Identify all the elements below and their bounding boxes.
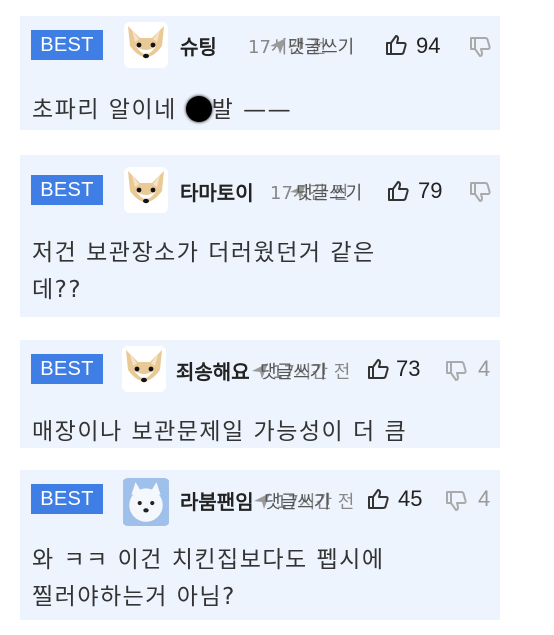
thumbs-down-icon[interactable] (444, 489, 468, 513)
comment-text: 초파리 알이네 발 —— (32, 92, 292, 129)
thumbs-up-icon[interactable] (386, 179, 410, 203)
thumbs-up-icon[interactable] (384, 33, 408, 57)
thumbs-up-icon[interactable] (366, 357, 390, 381)
fox-avatar-icon[interactable] (122, 346, 166, 392)
comment-text-start: 초파리 알이네 (32, 97, 186, 123)
thumbs-down-icon[interactable] (444, 359, 468, 383)
dislike-count: 4 (478, 356, 491, 381)
best-badge: BEST (31, 484, 103, 514)
comment-card: BEST 죄송해요 17시간 전 댓글쓰기 73 4 매장이나 보관문제일 가능… (20, 340, 500, 448)
like-count: 45 (398, 486, 423, 511)
thumbs-down-icon[interactable] (468, 180, 492, 204)
reply-link[interactable]: 댓글쓰기 (260, 358, 326, 384)
reply-link[interactable]: 댓글쓰기 (296, 179, 362, 205)
comment-text-end: 발 —— (211, 97, 293, 123)
comment-text: 와 ㅋㅋ 이건 치킨집보다도 펩시에 찔러야하는거 아님? (32, 547, 385, 610)
best-badge: BEST (31, 30, 103, 60)
like-count: 73 (396, 356, 421, 381)
nickname[interactable]: 슈팅 (180, 31, 217, 60)
reply-link[interactable]: 댓글쓰기 (264, 488, 330, 514)
comment-text: 매장이나 보관문제일 가능성이 더 큼 (32, 419, 408, 445)
fox-avatar-icon[interactable] (124, 22, 168, 68)
comment-card: BEST 타마토이 17시간 전 댓글쓰기 79 저건 보관장소가 더러웠던거 … (20, 155, 500, 317)
fox-avatar-icon[interactable] (124, 167, 168, 213)
nickname[interactable]: 죄송해요 (176, 356, 250, 385)
white-dog-avatar-icon[interactable] (122, 478, 170, 526)
thumbs-up-icon[interactable] (366, 487, 390, 511)
censored-blot (185, 96, 212, 122)
best-badge: BEST (31, 175, 103, 205)
reply-link[interactable]: 댓글쓰기 (288, 33, 354, 59)
comment-card: BEST 슈팅 17시간 전 댓글쓰기 94 초파리 알이네 발 —— (20, 16, 500, 130)
nickname[interactable]: 타마토이 (180, 177, 254, 206)
comment-card: BEST 라붐팬임 17시간 전 댓글쓰기 45 4 와 ㅋㅋ 이건 치킨집보다… (20, 470, 500, 620)
comment-text: 저건 보관장소가 더러웠던거 같은 데?? (32, 240, 376, 303)
best-badge: BEST (31, 354, 103, 384)
like-count: 94 (416, 33, 441, 58)
dislike-count: 4 (478, 486, 491, 511)
like-count: 79 (418, 178, 443, 203)
nickname[interactable]: 라붐팬임 (180, 486, 254, 515)
thumbs-down-icon[interactable] (468, 35, 492, 59)
share-arrow-icon[interactable] (268, 36, 288, 56)
